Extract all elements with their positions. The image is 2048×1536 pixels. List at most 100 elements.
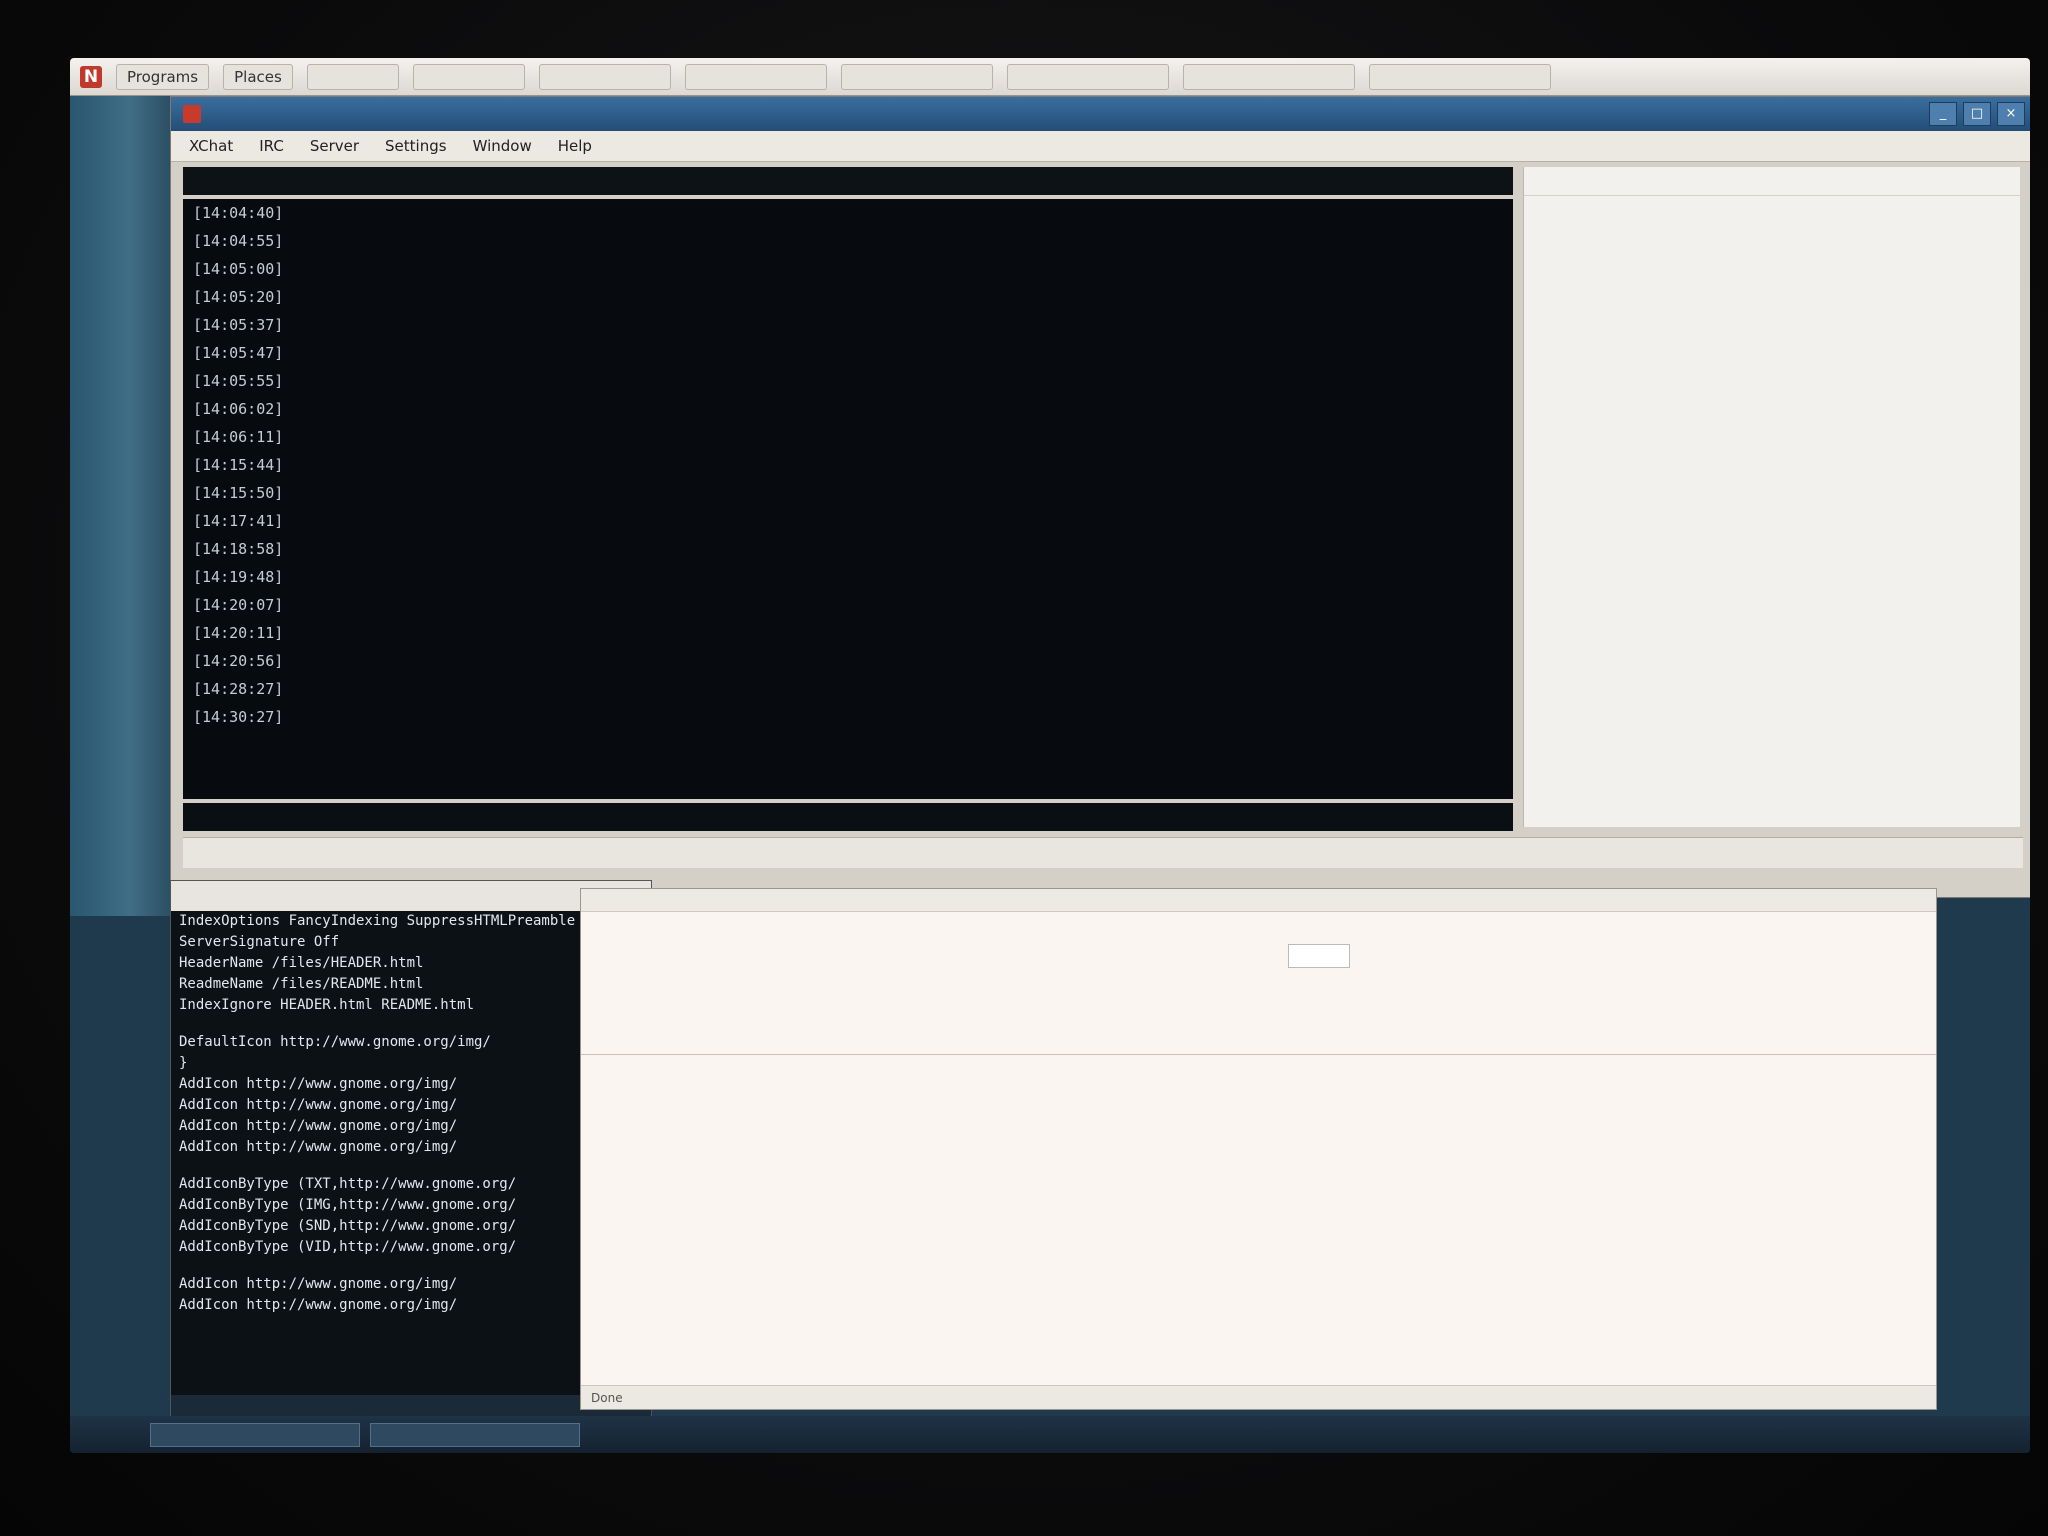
user-list-item[interactable] [1524, 526, 2020, 556]
taskbar-button[interactable] [370, 1422, 580, 1447]
panel-launcher-5[interactable] [538, 63, 671, 90]
menu-window[interactable]: Window [473, 137, 532, 155]
chat-line: [14:19:48] [183, 563, 1513, 591]
chat-line: [14:17:41] [183, 507, 1513, 535]
user-list-item[interactable] [1524, 646, 2020, 676]
user-list-item[interactable] [1524, 676, 2020, 706]
gnome-foot-icon[interactable]: N [80, 65, 102, 88]
panel-launcher-3[interactable] [306, 63, 399, 90]
panel-launcher-7[interactable] [840, 63, 993, 90]
user-list-item[interactable] [1524, 346, 2020, 376]
divider [581, 1054, 1936, 1055]
timestamp: [14:06:11] [193, 428, 284, 446]
menu-irc[interactable]: IRC [259, 137, 284, 155]
config-line: ServerSignature Off [179, 934, 340, 950]
config-line [171, 1016, 651, 1032]
timestamp: [14:05:20] [193, 288, 284, 306]
bottom-panel [70, 1416, 2030, 1453]
user-list-item[interactable] [1524, 586, 2020, 616]
editor-content[interactable]: IndexOptions FancyIndexing SuppressHTMLP… [171, 911, 651, 1316]
nick [303, 311, 473, 339]
config-line: AddIcon http://www.gnome.org/img/ [179, 1276, 458, 1292]
nick [303, 479, 473, 507]
user-list-item[interactable] [1524, 406, 2020, 436]
timestamp: [14:19:48] [193, 568, 284, 586]
user-list-item[interactable] [1524, 736, 2020, 766]
user-list-item[interactable] [1524, 796, 2020, 826]
config-line: AddIconByType (IMG,http://www.gnome.org/ [179, 1197, 517, 1213]
config-line: AddIcon http://www.gnome.org/img/ [179, 1076, 458, 1092]
chat-line: [14:15:50] [183, 479, 1513, 507]
timestamp: [14:17:41] [193, 512, 284, 530]
user-list-item[interactable] [1524, 286, 2020, 316]
xchat-app-icon [183, 105, 201, 123]
menu-xchat[interactable]: XChat [189, 137, 233, 155]
config-line: AddIcon http://www.gnome.org/img/ [179, 1139, 458, 1155]
nick [303, 451, 473, 479]
maximize-button[interactable]: □ [1963, 102, 1991, 126]
user-list-item[interactable] [1524, 226, 2020, 256]
user-list-item[interactable] [1524, 436, 2020, 466]
search-button[interactable] [1287, 944, 1350, 968]
xchat-menubar: XChat IRC Server Settings Window Help [171, 131, 2030, 162]
config-line [171, 1158, 651, 1174]
user-count [1524, 167, 2020, 196]
chat-line: [14:30:27] [183, 703, 1513, 731]
nick [303, 647, 473, 675]
taskbar-button[interactable] [150, 1422, 360, 1447]
nick [303, 675, 473, 703]
nick [303, 283, 473, 311]
chat-line: [14:28:27] [183, 675, 1513, 703]
user-list-item[interactable] [1524, 706, 2020, 736]
user-list[interactable] [1523, 167, 2020, 827]
user-list-item[interactable] [1524, 316, 2020, 346]
top-panel: N Programs Places [70, 58, 2030, 96]
user-list-item[interactable] [1524, 496, 2020, 526]
panel-launcher-10[interactable] [1368, 63, 1551, 90]
menu-help[interactable]: Help [558, 137, 592, 155]
panel-launcher-4[interactable] [412, 63, 525, 90]
user-list-item[interactable] [1524, 256, 2020, 286]
channel-topic[interactable] [183, 167, 1513, 195]
timestamp: [14:28:27] [193, 680, 284, 698]
editor-titlebar[interactable] [171, 881, 651, 911]
close-button[interactable]: × [1997, 102, 2025, 126]
web-browser-window: Done [580, 888, 1937, 1410]
chat-line: [14:05:47] [183, 339, 1513, 367]
config-line: DefaultIcon http://www.gnome.org/img/ [179, 1034, 491, 1050]
user-list-item[interactable] [1524, 616, 2020, 646]
user-list-item[interactable] [1524, 766, 2020, 796]
nick [303, 703, 473, 731]
nick [303, 423, 473, 451]
panel-launcher-8[interactable] [1006, 63, 1169, 90]
timestamp: [14:04:55] [193, 232, 284, 250]
config-line: ReadmeName /files/README.html [179, 976, 424, 992]
user-list-item[interactable] [1524, 556, 2020, 586]
panel-menu-places[interactable]: Places [223, 63, 293, 90]
minimize-button[interactable]: _ [1929, 102, 1957, 126]
channel-tab-bar [183, 837, 2023, 868]
user-list-item[interactable] [1524, 196, 2020, 226]
chat-line: [14:06:02] [183, 395, 1513, 423]
panel-launcher-6[interactable] [684, 63, 827, 90]
menu-server[interactable]: Server [310, 137, 359, 155]
user-list-item[interactable] [1524, 466, 2020, 496]
message-input[interactable] [183, 803, 1513, 831]
nick [303, 367, 473, 395]
timestamp: [14:04:40] [193, 204, 284, 222]
panel-launcher-9[interactable] [1182, 63, 1355, 90]
menu-settings[interactable]: Settings [385, 137, 447, 155]
chat-line: [14:05:20] [183, 283, 1513, 311]
config-line: IndexIgnore HEADER.html README.html [179, 997, 475, 1013]
timestamp: [14:20:56] [193, 652, 284, 670]
user-list-item[interactable] [1524, 376, 2020, 406]
timestamp: [14:20:07] [193, 596, 284, 614]
chat-line: [14:18:58] [183, 535, 1513, 563]
xchat-titlebar[interactable]: _ □ × [171, 97, 2030, 131]
panel-menu-programs[interactable]: Programs [116, 63, 210, 90]
config-line: AddIconByType (TXT,http://www.gnome.org/ [179, 1176, 517, 1192]
desktop-screen: N Programs Places _ □ × XChat IRC Server… [70, 58, 2030, 1453]
chat-log[interactable]: [14:04:40] [14:04:55] [14:05:00] [14:05:… [183, 199, 1513, 799]
config-line: AddIconByType (VID,http://www.gnome.org/ [179, 1239, 517, 1255]
browser-toolbar [581, 889, 1936, 912]
